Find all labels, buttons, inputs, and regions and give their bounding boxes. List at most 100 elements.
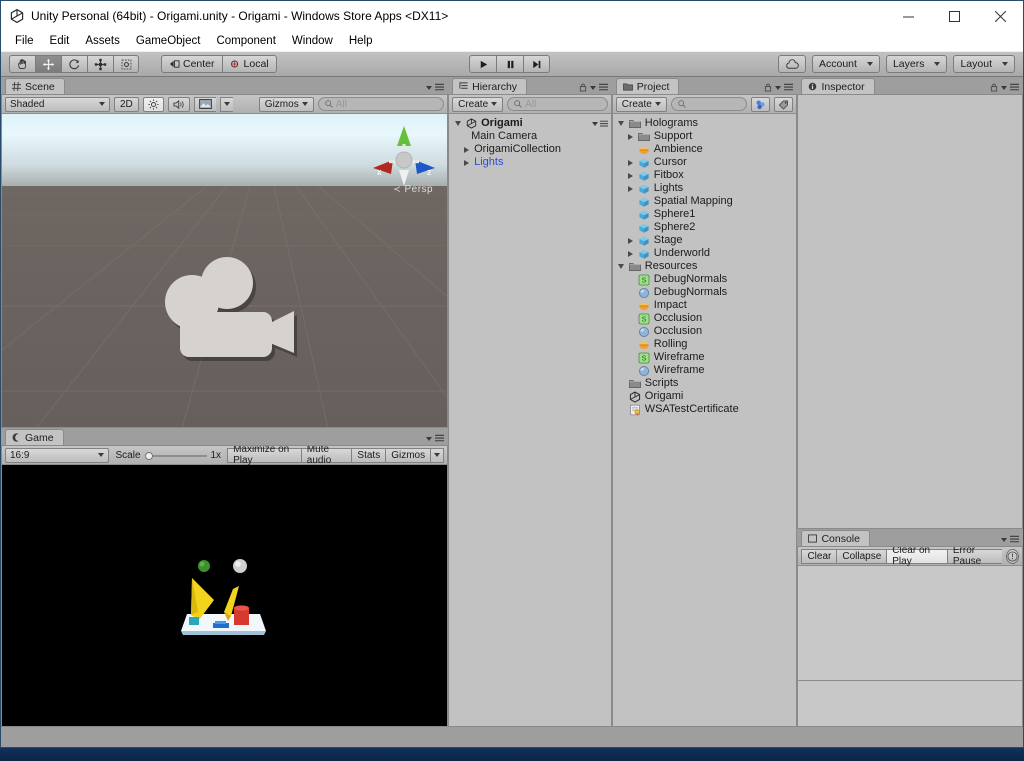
- console-info-toggle[interactable]: [1006, 548, 1019, 564]
- project-item-wireframe[interactable]: S Wireframe: [613, 351, 797, 364]
- project-item-rolling[interactable]: Rolling: [613, 338, 797, 351]
- console-tab-menu[interactable]: [1001, 535, 1019, 544]
- scene-audio-button[interactable]: [167, 96, 190, 112]
- close-button[interactable]: [977, 1, 1023, 31]
- collab-cloud-button[interactable]: [778, 55, 806, 73]
- pause-button[interactable]: [496, 55, 523, 73]
- project-item-spatial-mapping[interactable]: Spatial Mapping: [613, 195, 797, 208]
- hierarchy-item-main-camera[interactable]: Main Camera: [449, 130, 611, 143]
- project-item-sphere2[interactable]: Sphere2: [613, 221, 797, 234]
- project-item-occlusion[interactable]: S Occlusion: [613, 312, 797, 325]
- project-item-underworld[interactable]: Underworld: [613, 247, 797, 260]
- maximize-button[interactable]: [931, 1, 977, 31]
- hierarchy-create-button[interactable]: Create: [452, 96, 504, 112]
- disclosure-triangle-icon[interactable]: [626, 159, 635, 166]
- disclosure-triangle-icon[interactable]: [626, 237, 635, 244]
- project-item-sphere1[interactable]: Sphere1: [613, 208, 797, 221]
- console-collapse-button[interactable]: Collapse: [836, 548, 887, 564]
- rotation-mode-button[interactable]: Local: [221, 55, 277, 73]
- maximize-on-play-button[interactable]: Maximize on Play: [227, 446, 301, 466]
- hierarchy-row-menu[interactable]: [591, 120, 608, 128]
- account-dropdown[interactable]: Account: [812, 55, 880, 73]
- rect-tool-button[interactable]: [113, 55, 139, 73]
- tab-hierarchy[interactable]: Hierarchy: [452, 78, 528, 94]
- project-item-wsatestcertificate[interactable]: WSATestCertificate: [613, 403, 797, 416]
- project-filter-label-button[interactable]: [774, 96, 794, 112]
- layers-dropdown[interactable]: Layers: [885, 55, 948, 73]
- menu-gameobject[interactable]: GameObject: [128, 33, 209, 49]
- scale-tool-button[interactable]: [87, 55, 113, 73]
- move-tool-button[interactable]: [35, 55, 61, 73]
- layout-dropdown[interactable]: Layout: [953, 55, 1015, 73]
- project-item-debugnormals[interactable]: DebugNormals: [613, 286, 797, 299]
- disclosure-triangle-icon[interactable]: [462, 159, 471, 166]
- scene-effects-button[interactable]: [193, 96, 216, 112]
- scene-tab-menu[interactable]: [426, 83, 445, 92]
- disclosure-triangle-icon[interactable]: [462, 146, 471, 153]
- game-tab-menu[interactable]: [426, 434, 445, 443]
- project-item-occlusion[interactable]: Occlusion: [613, 325, 797, 338]
- stats-button[interactable]: Stats: [351, 447, 386, 463]
- hierarchy-item-lights[interactable]: Lights: [449, 156, 611, 169]
- project-item-holograms[interactable]: Holograms: [613, 117, 797, 130]
- hierarchy-search-input[interactable]: All: [507, 97, 608, 111]
- scene-effects-dropdown[interactable]: [219, 96, 233, 112]
- scale-slider[interactable]: [144, 450, 207, 461]
- project-item-fitbox[interactable]: Fitbox: [613, 169, 797, 182]
- project-item-debugnormals[interactable]: S DebugNormals: [613, 273, 797, 286]
- disclosure-triangle-icon[interactable]: [617, 121, 626, 126]
- disclosure-triangle-icon[interactable]: [453, 121, 462, 126]
- hierarchy-tab-menu[interactable]: [579, 83, 608, 92]
- hierarchy-item-origami[interactable]: Origami: [449, 117, 611, 130]
- hierarchy-item-origamicollection[interactable]: OrigamiCollection: [449, 143, 611, 156]
- scene-lighting-button[interactable]: [142, 96, 164, 112]
- project-item-origami[interactable]: Origami: [613, 390, 797, 403]
- step-button[interactable]: [523, 55, 550, 73]
- project-item-scripts[interactable]: Scripts: [613, 377, 797, 390]
- project-tab-menu[interactable]: [764, 83, 794, 92]
- inspector-tab-menu[interactable]: [990, 83, 1019, 92]
- disclosure-triangle-icon[interactable]: [626, 185, 635, 192]
- project-item-lights[interactable]: Lights: [613, 182, 797, 195]
- project-create-button[interactable]: Create: [615, 96, 667, 112]
- 2d-toggle-button[interactable]: 2D: [114, 96, 139, 112]
- main-camera-gizmo[interactable]: [152, 257, 302, 367]
- scale-slider-handle[interactable]: [144, 451, 153, 460]
- menu-window[interactable]: Window: [284, 33, 341, 49]
- menu-assets[interactable]: Assets: [77, 33, 128, 49]
- project-item-resources[interactable]: Resources: [613, 260, 797, 273]
- project-item-cursor[interactable]: Cursor: [613, 156, 797, 169]
- scene-view[interactable]: x z ≺ Persp: [2, 114, 448, 427]
- rotate-tool-button[interactable]: [61, 55, 87, 73]
- menu-component[interactable]: Component: [208, 33, 283, 49]
- tab-scene[interactable]: Scene: [5, 78, 65, 94]
- menu-help[interactable]: Help: [341, 33, 381, 49]
- scene-projection-label[interactable]: ≺ Persp: [393, 184, 433, 195]
- menu-file[interactable]: File: [7, 33, 42, 49]
- tab-project[interactable]: Project: [615, 78, 680, 94]
- pivot-mode-button[interactable]: Center: [161, 55, 222, 73]
- project-filter-type-button[interactable]: [751, 96, 771, 112]
- scene-search-input[interactable]: All: [317, 97, 445, 111]
- hand-tool-button[interactable]: [9, 55, 35, 73]
- minimize-button[interactable]: [885, 1, 931, 31]
- aspect-ratio-dropdown[interactable]: 16:9: [5, 447, 110, 463]
- scale-slider-group[interactable]: Scale 1x: [109, 450, 227, 461]
- disclosure-triangle-icon[interactable]: [626, 133, 635, 140]
- scene-gizmos-dropdown[interactable]: Gizmos: [258, 96, 314, 112]
- console-clear-on-play-button[interactable]: Clear on Play: [886, 547, 947, 567]
- project-item-ambience[interactable]: Ambience: [613, 143, 797, 156]
- project-item-wireframe[interactable]: Wireframe: [613, 364, 797, 377]
- console-error-pause-button[interactable]: Error Pause: [946, 547, 1002, 567]
- tab-console[interactable]: Console: [801, 530, 870, 546]
- project-item-support[interactable]: Support: [613, 130, 797, 143]
- project-search-input[interactable]: [670, 97, 748, 111]
- disclosure-triangle-icon[interactable]: [617, 264, 626, 269]
- disclosure-triangle-icon[interactable]: [626, 172, 635, 179]
- play-button[interactable]: [469, 55, 496, 73]
- disclosure-triangle-icon[interactable]: [626, 250, 635, 257]
- game-gizmos-button[interactable]: Gizmos: [385, 447, 431, 463]
- project-item-stage[interactable]: Stage: [613, 234, 797, 247]
- shading-mode-dropdown[interactable]: Shaded: [5, 96, 110, 112]
- project-item-impact[interactable]: Impact: [613, 299, 797, 312]
